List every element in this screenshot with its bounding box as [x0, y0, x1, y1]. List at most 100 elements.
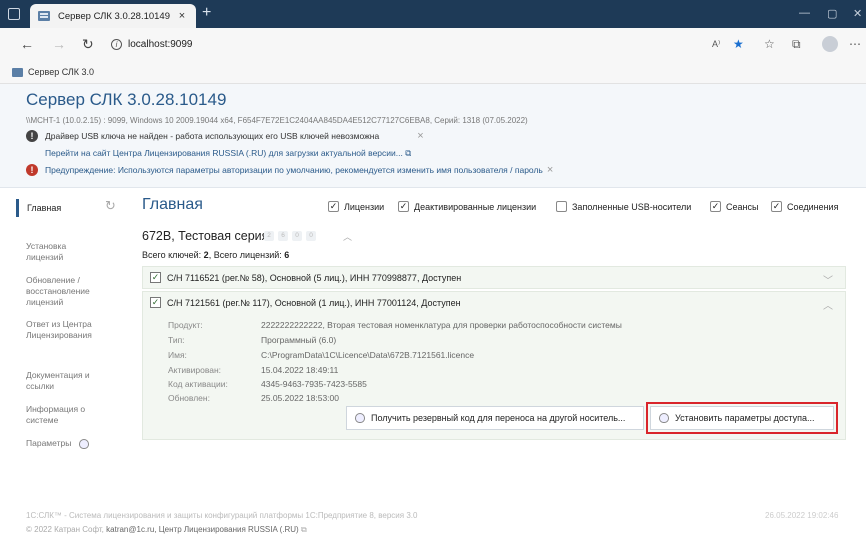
- filter-label: Деактивированные лицензии: [414, 201, 537, 212]
- browser-titlebar: Сервер СЛК 3.0.28.10149 × + — ▢ ✕: [0, 0, 866, 28]
- main-title: Главная: [142, 196, 203, 213]
- favorites-list-icon[interactable]: ☆: [764, 37, 775, 51]
- filter-connections[interactable]: ✓ Соединения: [771, 201, 838, 212]
- expand-icon[interactable]: ﹀: [823, 272, 833, 287]
- new-tab-icon[interactable]: +: [202, 5, 211, 21]
- sidebar-item-update[interactable]: Обновление / восстановление лицензий: [26, 275, 90, 308]
- usb-warning-close-icon[interactable]: ×: [417, 130, 423, 142]
- totals-keys-label: Всего ключей:: [142, 250, 204, 260]
- key-checkbox-icon[interactable]: ✓: [150, 297, 161, 308]
- more-menu-icon[interactable]: ⋯: [849, 37, 861, 51]
- sidebar-item-label: Обновление /: [26, 275, 80, 285]
- backup-code-button-label: Получить резервный код для переноса на д…: [371, 413, 626, 423]
- sidebar: Главная ↻ Установка лицензий Обновление …: [0, 189, 130, 469]
- sidebar-item-label: лицензий: [26, 252, 64, 262]
- checkbox-checked-icon[interactable]: ✓: [328, 201, 339, 212]
- checkbox-unchecked-icon[interactable]: [556, 201, 567, 212]
- reload-icon[interactable]: ↻: [82, 37, 94, 51]
- detail-label: Обновлен:: [168, 393, 210, 403]
- sidebar-item-label: лицензий: [26, 297, 64, 307]
- sidebar-item-response[interactable]: Ответ из Центра Лицензирования: [26, 319, 92, 341]
- count-badge: 0: [306, 231, 316, 241]
- url-input[interactable]: localhost:9099: [128, 39, 193, 50]
- key-checkbox-icon[interactable]: ✓: [150, 272, 161, 283]
- tab-close-icon[interactable]: ×: [176, 10, 188, 22]
- detail-label: Код активации:: [168, 379, 228, 389]
- close-window-icon[interactable]: ✕: [853, 7, 862, 20]
- backup-code-button[interactable]: Получить резервный код для переноса на д…: [346, 406, 644, 430]
- sidebar-item-sysinfo[interactable]: Информация о системе: [26, 404, 85, 426]
- checkbox-checked-icon[interactable]: ✓: [398, 201, 409, 212]
- series-totals: Всего ключей: 2, Всего лицензий: 6: [142, 250, 289, 260]
- collections-icon[interactable]: ⧉: [792, 37, 801, 52]
- usb-warning-text: Драйвер USB ключа не найден - работа исп…: [45, 131, 380, 141]
- sidebar-item-label: Лицензирования: [26, 330, 92, 340]
- filter-usb[interactable]: Заполненные USB-носители: [556, 201, 691, 212]
- shield-icon: [79, 438, 90, 449]
- filter-label: Соединения: [787, 201, 839, 212]
- key-row[interactable]: ✓ С/Н 7121561 (рег.№ 117), Основной (1 л…: [142, 291, 846, 314]
- detail-value: C:\ProgramData\1C\Licence\Data\672B.7121…: [261, 350, 475, 360]
- address-bar: ← → ↻ i localhost:9099 A⁾ ★ ☆ ⧉ ⋯: [0, 28, 866, 62]
- browser-tab[interactable]: Сервер СЛК 3.0.28.10149 ×: [30, 4, 196, 28]
- filter-licenses[interactable]: ✓ Лицензии: [328, 201, 384, 212]
- detail-value: Программный (6.0): [261, 335, 337, 345]
- series-badges: 2 6 0 0: [264, 231, 320, 241]
- favorite-star-icon[interactable]: ★: [733, 37, 744, 51]
- detail-label: Тип:: [168, 335, 185, 345]
- checkbox-checked-icon[interactable]: ✓: [771, 201, 782, 212]
- detail-label: Имя:: [168, 350, 187, 360]
- detail-label: Активирован:: [168, 365, 222, 375]
- filter-deactivated[interactable]: ✓ Деактивированные лицензии: [398, 201, 536, 212]
- sidebar-item-label: Установка: [26, 241, 67, 251]
- collapse-series-icon[interactable]: ︿: [343, 230, 352, 243]
- refresh-icon[interactable]: ↻: [105, 198, 116, 214]
- app-header: Сервер СЛК 3.0.28.10149 \\MCHT-1 (10.0.2…: [0, 84, 866, 188]
- count-badge: 2: [264, 231, 274, 241]
- checkbox-checked-icon[interactable]: ✓: [710, 201, 721, 212]
- forward-icon[interactable]: →: [52, 37, 66, 51]
- key-row[interactable]: ✓ С/Н 7116521 (рег.№ 58), Основной (5 ли…: [142, 266, 846, 289]
- external-link-icon: ⧉: [300, 525, 307, 534]
- download-driver-link[interactable]: Перейти на сайт Центра Лицензирования RU…: [45, 148, 411, 159]
- shield-icon: [355, 413, 365, 423]
- sidebar-item-params[interactable]: Параметры: [26, 438, 90, 449]
- tab-favicon-icon: [38, 11, 50, 21]
- auth-warning-close-icon[interactable]: ×: [547, 164, 553, 176]
- footer-center-link[interactable]: Центр Лицензирования RUSSIA (.RU): [159, 525, 299, 534]
- external-link-icon: ⧉: [405, 148, 412, 158]
- sidebar-item-label: Ответ из Центра: [26, 319, 92, 329]
- profile-avatar[interactable]: [822, 36, 838, 52]
- footer-copyright: © 2022 Катран Софт, katran@1c.ru, Центр …: [26, 525, 307, 535]
- maximize-icon[interactable]: ▢: [827, 7, 837, 20]
- sidebar-item-docs[interactable]: Документация и ссылки: [26, 370, 90, 392]
- count-badge: 0: [292, 231, 302, 241]
- sidebar-item-install[interactable]: Установка лицензий: [26, 241, 66, 263]
- read-aloud-icon[interactable]: A⁾: [712, 39, 720, 50]
- footer-email-link[interactable]: katran@1c.ru,: [106, 525, 156, 534]
- site-info-icon[interactable]: i: [111, 39, 122, 50]
- sidebar-item-label: системе: [26, 415, 59, 425]
- detail-label: Продукт:: [168, 320, 203, 330]
- detail-value: 4345-9463-7935-7423-5585: [261, 379, 367, 389]
- filter-sessions[interactable]: ✓ Сеансы: [710, 201, 758, 212]
- bookmarks-bar: Сервер СЛК 3.0: [0, 62, 866, 84]
- minimize-icon[interactable]: —: [799, 7, 810, 19]
- tab-title: Сервер СЛК 3.0.28.10149: [58, 10, 170, 22]
- warning-exclamation-icon: !: [26, 164, 38, 176]
- detail-value: 15.04.2022 18:49:11: [261, 365, 339, 375]
- collapse-icon[interactable]: ︿: [823, 297, 833, 312]
- page-title: Сервер СЛК 3.0.28.10149: [26, 90, 227, 109]
- download-driver-link-text: Перейти на сайт Центра Лицензирования RU…: [45, 148, 403, 158]
- bookmark-favicon-icon: [12, 68, 23, 77]
- highlight-frame: [646, 402, 838, 434]
- series-title: 672B, Тестовая серия: [142, 229, 269, 243]
- bookmark-item[interactable]: Сервер СЛК 3.0: [28, 67, 94, 77]
- detail-value: 25.05.2022 18:53:00: [261, 393, 339, 403]
- sidebar-item-label: ссылки: [26, 381, 55, 391]
- sidebar-item-label: Информация о: [26, 404, 86, 414]
- window-menu-icon[interactable]: [8, 8, 20, 20]
- back-icon[interactable]: ←: [20, 37, 34, 51]
- server-info: \\MCHT-1 (10.0.2.15) : 9099, Windows 10 …: [26, 116, 528, 125]
- key-row-text: С/Н 7116521 (рег.№ 58), Основной (5 лиц.…: [167, 273, 462, 283]
